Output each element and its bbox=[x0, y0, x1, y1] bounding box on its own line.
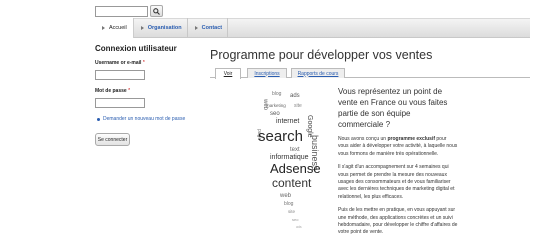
login-button[interactable]: Se connecter bbox=[95, 133, 130, 146]
login-block: Connexion utilisateur Username or e-mail… bbox=[95, 44, 195, 146]
cloud-word: seo bbox=[292, 217, 299, 222]
article-paragraph: Nous avons conçu un programme exclusif p… bbox=[338, 136, 458, 158]
nav-divider bbox=[227, 18, 229, 38]
password-label: Mot de passe * bbox=[95, 88, 195, 94]
nav-item-label: Accueil bbox=[109, 25, 127, 31]
cloud-word: content bbox=[272, 176, 312, 190]
page-title: Programme pour développer vos ventes bbox=[210, 48, 433, 62]
required-mark: * bbox=[128, 88, 131, 94]
article-paragraph: Il s'agit d'un accompagnement sur 4 sema… bbox=[338, 164, 455, 200]
username-label-text: Username or e-mail bbox=[95, 60, 142, 66]
nav-item-contact[interactable]: Contact bbox=[188, 18, 227, 38]
search-icon bbox=[153, 7, 160, 15]
emphasis-text: programme exclusif bbox=[387, 136, 436, 142]
word-cloud-image: web blog ads marketing site Google seo i… bbox=[256, 91, 321, 229]
article-lead: Vous représentez un point de vente en Fr… bbox=[338, 87, 448, 129]
nav-item-organisation[interactable]: Organisation bbox=[134, 18, 187, 38]
tab-rapports[interactable]: Rapports de cours bbox=[291, 68, 345, 78]
text-span: Nous avons conçu un bbox=[338, 136, 388, 142]
cloud-word: site bbox=[294, 103, 302, 109]
cloud-word: internet bbox=[276, 118, 299, 125]
password-label-text: Mot de passe bbox=[95, 88, 127, 94]
main-navigation: Accueil Organisation Contact bbox=[95, 18, 530, 38]
cloud-word: ads bbox=[296, 225, 302, 229]
nav-item-label: Organisation bbox=[147, 25, 182, 31]
new-password-link[interactable]: Demander un nouveau mot de passe bbox=[95, 116, 195, 122]
required-mark: * bbox=[142, 60, 145, 66]
tab-voir[interactable]: Voir bbox=[215, 68, 241, 79]
cloud-word: blog bbox=[284, 201, 294, 207]
nav-item-accueil[interactable]: Accueil bbox=[95, 18, 134, 38]
password-field[interactable] bbox=[95, 98, 145, 108]
cloud-word: marketing bbox=[266, 103, 286, 108]
arrow-right-icon bbox=[194, 26, 198, 30]
new-password-link-text: Demander un nouveau mot de passe bbox=[103, 116, 186, 122]
cloud-word: informatique bbox=[270, 154, 309, 161]
article-body: Vous représentez un point de vente en Fr… bbox=[338, 86, 458, 237]
cloud-word: site bbox=[288, 209, 296, 214]
cloud-word: Adsense bbox=[270, 161, 321, 176]
cloud-word: blog bbox=[272, 91, 282, 97]
cloud-word: ads bbox=[290, 93, 300, 99]
bullet-icon bbox=[97, 117, 100, 121]
cloud-word: web bbox=[279, 193, 292, 199]
content-tabs: Voir Inscriptions Rapports de cours bbox=[210, 68, 530, 79]
cloud-word: seo bbox=[270, 111, 280, 117]
arrow-right-icon bbox=[140, 26, 144, 30]
cloud-word: text bbox=[290, 147, 300, 153]
username-label: Username or e-mail * bbox=[95, 60, 195, 66]
tab-inscriptions[interactable]: Inscriptions bbox=[247, 68, 287, 78]
cloud-word: search bbox=[258, 128, 303, 145]
arrow-right-icon bbox=[102, 26, 105, 30]
username-field[interactable] bbox=[95, 70, 145, 80]
search-button[interactable] bbox=[150, 5, 163, 17]
login-title: Connexion utilisateur bbox=[95, 44, 177, 53]
search-input[interactable] bbox=[95, 6, 148, 17]
nav-item-label: Contact bbox=[201, 25, 223, 31]
article-paragraph: Puis de les mettre en pratique, en vous … bbox=[338, 207, 458, 236]
